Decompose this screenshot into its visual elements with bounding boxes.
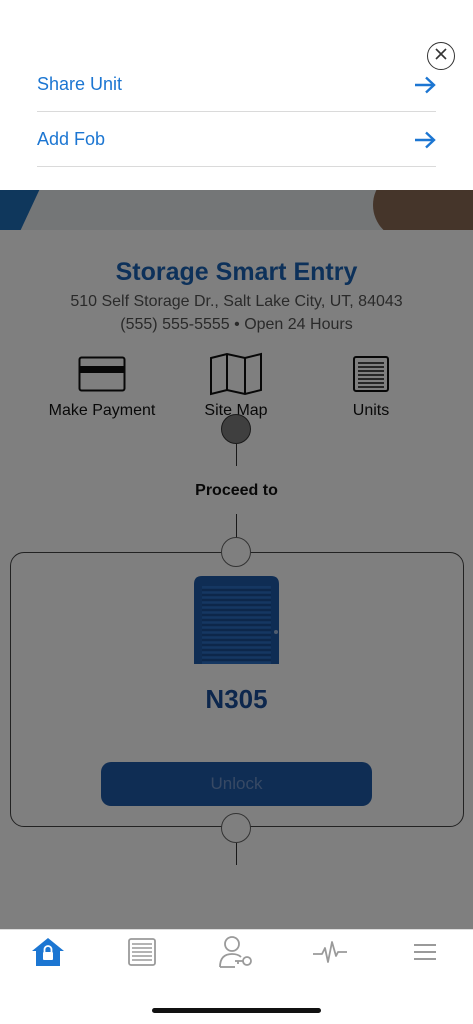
tab-access[interactable] — [216, 934, 256, 974]
tab-home[interactable] — [28, 934, 68, 974]
storage-door-icon — [296, 350, 446, 398]
unlock-button[interactable]: Unlock — [101, 762, 372, 806]
map-icon — [161, 350, 311, 398]
connector-line — [236, 444, 237, 466]
make-payment-button[interactable]: Make Payment — [27, 350, 177, 420]
proceed-label: Proceed to — [195, 482, 278, 499]
arrow-right-icon — [414, 76, 436, 94]
site-title: Storage Smart Entry — [115, 258, 358, 286]
units-button[interactable]: Units — [296, 350, 446, 420]
connector-line — [236, 514, 237, 538]
unit-name: N305 — [205, 684, 268, 714]
tab-activity[interactable] — [310, 934, 350, 974]
arrow-right-icon — [414, 131, 436, 149]
activity-pulse-icon — [312, 940, 348, 969]
storage-door-icon — [128, 937, 156, 971]
connector-node-bottom — [221, 813, 251, 843]
lock-home-icon — [31, 937, 65, 972]
tab-units[interactable] — [122, 934, 162, 974]
site-phone-hours: (555) 555-5555 • Open 24 Hours — [120, 316, 353, 333]
make-payment-label: Make Payment — [48, 402, 156, 419]
tab-menu[interactable] — [405, 934, 445, 974]
unit-actions-sheet: Share Unit Add Fob — [0, 0, 473, 190]
add-fob-label: Add Fob — [37, 129, 106, 149]
home-indicator — [152, 1008, 321, 1013]
credit-card-icon — [27, 350, 177, 398]
storage-door-icon — [192, 574, 281, 671]
user-key-icon — [218, 935, 254, 974]
connector-node-top — [221, 414, 251, 444]
site-map-button[interactable]: Site Map — [161, 350, 311, 420]
units-label: Units — [352, 402, 390, 419]
connector-line — [236, 843, 237, 865]
share-unit-row[interactable]: Share Unit — [37, 58, 436, 112]
close-icon — [434, 47, 448, 66]
share-unit-label: Share Unit — [37, 74, 123, 94]
add-fob-row[interactable]: Add Fob — [37, 113, 436, 167]
hamburger-menu-icon — [413, 943, 437, 966]
site-address: 510 Self Storage Dr., Salt Lake City, UT… — [70, 293, 403, 310]
connector-node — [221, 537, 251, 567]
